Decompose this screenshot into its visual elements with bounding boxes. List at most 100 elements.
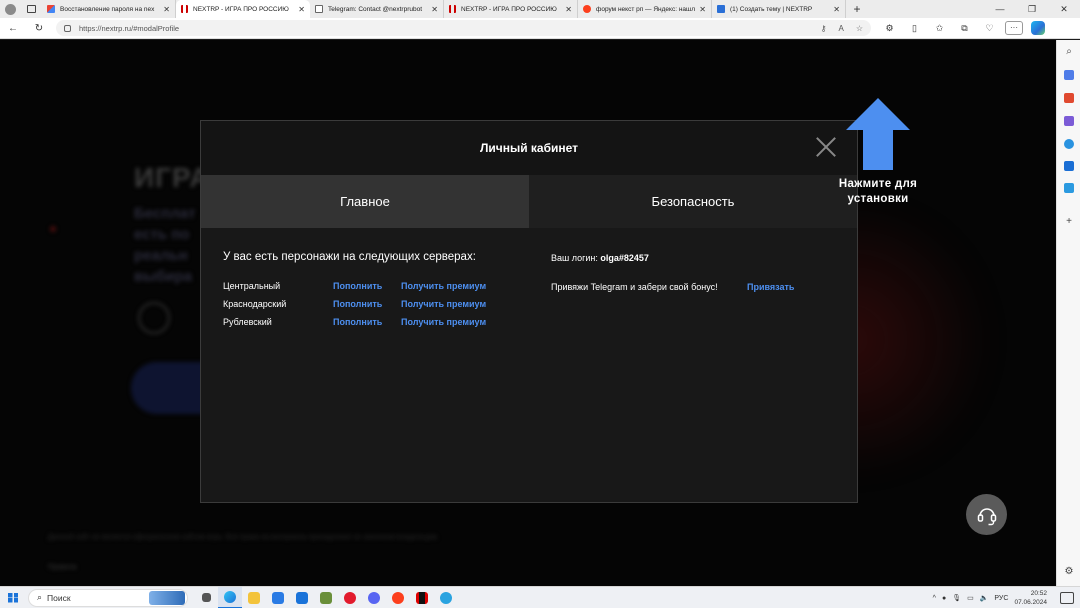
server-name: Центральный [223,281,281,291]
get-premium-link[interactable]: Получить премиум [401,299,486,309]
microphone-icon[interactable]: 🎙 [952,594,961,602]
url-text: https://nextrp.ru/#modalProfile [79,23,180,33]
topup-link[interactable]: Пополнить [333,281,382,291]
search-highlight-image [149,590,185,605]
bg-line: есть по [134,226,190,243]
close-tab-icon[interactable]: ✕ [298,5,305,14]
network-icon[interactable]: ▭ [967,594,974,602]
browser-tab[interactable]: форум некст рп — Яндекс: нашл ✕ [578,0,712,18]
minimize-button[interactable]: — [984,0,1016,18]
mail-icon[interactable] [290,587,314,608]
tab-title: Telegram: Contact @nextrprubot [328,5,423,13]
sidebar-copilot-icon[interactable] [1064,139,1074,149]
sidebar-drop-icon[interactable] [1064,183,1074,193]
modal-tabs: Главное Безопасность [201,175,857,228]
background-footer-link: Правила [48,564,77,571]
volume-icon[interactable]: 🔈 [980,594,989,602]
key-icon[interactable]: ⚷ [821,24,827,33]
bg-line: выбира [134,268,193,285]
telegram-icon[interactable] [434,587,458,608]
file-explorer-icon[interactable] [242,587,266,608]
link-telegram-button[interactable]: Привязать [747,282,794,292]
get-premium-link[interactable]: Получить премиум [401,317,486,327]
clock[interactable]: 20:52 07.06.2024 [1014,589,1047,607]
opera-icon[interactable] [338,587,362,608]
read-aloud-icon[interactable]: A [838,24,843,33]
netflix-icon [449,5,456,13]
close-tab-icon[interactable]: ✕ [699,5,706,14]
sidebar-search-icon[interactable]: ⌕ [1057,46,1080,57]
store-icon[interactable] [266,587,290,608]
profile-icon[interactable] [0,0,20,18]
tab-main[interactable]: Главное [201,175,529,228]
sidebar-tag-icon[interactable] [1064,70,1074,80]
task-view-icon[interactable] [194,587,218,608]
yandex-icon [583,5,591,13]
close-tab-icon[interactable]: ✕ [431,5,438,14]
close-tab-icon[interactable]: ✕ [833,5,840,14]
system-tray: ^ ● 🎙 ▭ 🔈 РУС 20:52 07.06.2024 [930,587,1080,608]
tab-security[interactable]: Безопасность [529,175,857,228]
tab-title: Восстановление пароля на nex [60,5,155,13]
favorite-star-icon[interactable]: ☆ [856,24,863,33]
browser-tab[interactable]: (1) Создать тему | NEXTRP ✕ [712,0,846,18]
close-icon[interactable] [815,136,837,158]
show-hidden-icons-icon[interactable]: ^ [933,595,936,602]
windows-logo-icon [8,592,18,603]
tab-title: NEXTRP - ИГРА ПРО РОССИЮ [193,5,289,13]
split-screen-icon[interactable]: ▯ [902,18,927,39]
copilot-icon[interactable] [1031,20,1045,35]
refresh-button[interactable]: ↻ [26,18,52,39]
background-play-icon [138,302,170,334]
server-name: Краснодарский [223,299,287,309]
browser-tab[interactable]: NEXTRP - ИГРА ПРО РОССИЮ ✕ [444,0,578,18]
topup-link[interactable]: Пополнить [333,317,382,327]
language-indicator[interactable]: РУС [994,595,1008,602]
edge-taskbar-icon[interactable] [218,586,242,608]
netflix-taskbar-icon[interactable] [410,587,434,608]
sidebar-settings-icon[interactable]: ⚙ [1057,566,1080,577]
new-tab-button[interactable]: + [846,0,868,18]
taskbar-search[interactable]: ⌕ Поиск [28,588,188,607]
background-footer-text: Данный сайт не является официальным сайт… [48,534,439,541]
topup-link[interactable]: Пополнить [333,299,382,309]
server-row: Краснодарский Пополнить Получить премиум [223,299,523,313]
more-menu-icon[interactable]: ··· [1005,20,1023,35]
close-window-button[interactable]: ✕ [1048,0,1080,18]
support-button[interactable] [966,494,1007,535]
browser-tab-active[interactable]: NEXTRP - ИГРА ПРО РОССИЮ ✕ [176,0,310,18]
browser-essentials-icon[interactable]: ♡ [977,18,1002,39]
background-dot [50,226,56,232]
browser-tab[interactable]: Telegram: Contact @nextrprubot ✕ [310,0,444,18]
browser-tab[interactable]: Восстановление пароля на nex ✕ [42,0,176,18]
extensions-icon[interactable]: ⚙ [877,18,902,39]
get-premium-link[interactable]: Получить премиум [401,281,486,291]
servers-heading: У вас есть персонажи на следующих сервер… [223,251,476,263]
url-field[interactable]: https://nextrp.ru/#modalProfile ⚷ A ☆ [56,20,871,36]
clock-date: 07.06.2024 [1014,599,1047,606]
notifications-icon[interactable] [1060,592,1074,604]
collections-icon[interactable]: ⧉ [952,18,977,39]
favorites-icon[interactable]: ✩ [927,18,952,39]
tray-app-icon[interactable]: ● [942,595,946,602]
windows-taskbar: ⌕ Поиск ^ ● 🎙 ▭ 🔈 РУС 20:52 07.06.2024 [0,586,1080,608]
close-tab-icon[interactable]: ✕ [565,5,572,14]
sidebar-outlook-icon[interactable] [1064,161,1074,171]
clock-time: 20:52 [1030,590,1047,597]
maximize-button[interactable]: ❐ [1016,0,1048,18]
sidebar-games-icon[interactable] [1064,116,1074,126]
close-tab-icon[interactable]: ✕ [163,5,170,14]
sidebar-add-icon[interactable]: + [1057,216,1080,227]
netflix-icon [181,5,188,13]
telegram-bonus-text: Привяжи Telegram и забери свой бонус! [551,282,718,292]
tab-actions-icon[interactable] [20,0,42,18]
discord-icon[interactable] [362,587,386,608]
sidebar-tools-icon[interactable] [1064,93,1074,103]
yandex-browser-icon[interactable] [386,587,410,608]
web-page: ИГРА Бесплат есть по реальн выбира Данны… [0,40,1056,586]
bg-line: Бесплат [134,205,196,222]
minecraft-icon[interactable] [314,587,338,608]
back-button[interactable]: ← [0,18,26,39]
start-button[interactable] [0,587,26,608]
lock-icon [64,24,71,32]
